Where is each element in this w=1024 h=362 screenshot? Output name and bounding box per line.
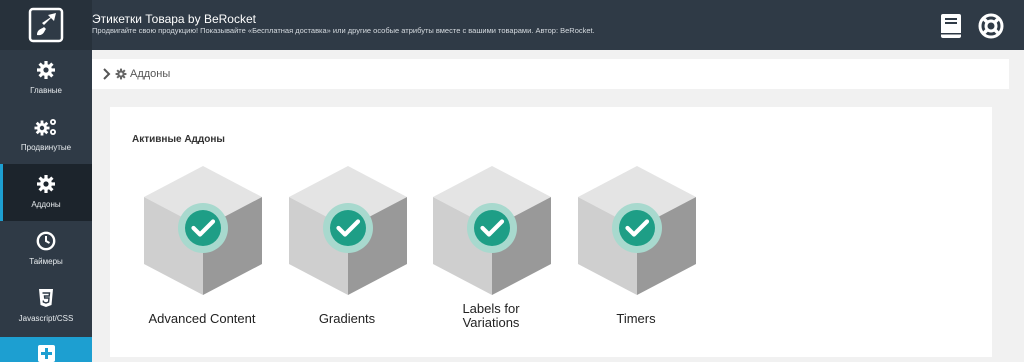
cube-icon [433,166,551,295]
sidebar-add-button[interactable] [0,337,92,362]
chevron-right-icon[interactable] [102,68,112,80]
gear-icon [37,61,55,79]
addons-panel: Активные Аддоны Advanced Content Gradien… [110,107,992,357]
sidebar-item-advanced[interactable]: Продвинутые [0,107,92,164]
sidebar: Главные Продвинутые Аддоны Таймеры Javas… [0,50,92,362]
header-title: Этикетки Товара by BeRocket [92,12,256,26]
breadcrumb-label: Аддоны [130,68,171,80]
sidebar-item-label: Аддоны [31,200,61,209]
addon-label-line: Labels for [462,301,520,316]
addon-label-line: Variations [462,315,520,330]
addon-label: Gradients [318,311,376,326]
book-icon[interactable] [938,13,964,39]
addon-label: Timers [616,311,656,326]
gears-icon [34,119,56,136]
lifebuoy-icon[interactable] [978,13,1004,39]
addon-label: Labels for Variations [421,302,561,330]
clock-icon [36,231,56,251]
css3-icon [39,289,53,307]
sidebar-item-javascript-css[interactable]: Javascript/CSS [0,278,92,335]
addon-card-labels-for-variations[interactable]: Labels for Variations [421,164,561,344]
panel-title: Активные Аддоны [132,134,225,145]
sidebar-item-label: Таймеры [29,257,63,266]
sidebar-item-general[interactable]: Главные [0,50,92,107]
addon-card-gradients[interactable]: Gradients [277,164,417,344]
logo-icon [28,7,64,43]
gear-icon [115,68,127,80]
plus-icon [38,345,55,362]
addon-card-advanced-content[interactable]: Advanced Content [132,164,272,344]
cube-icon [289,166,407,295]
sidebar-item-addons[interactable]: Аддоны [0,164,92,221]
sidebar-item-label: Главные [30,86,62,95]
gear-icon [37,175,55,193]
sidebar-item-label: Javascript/CSS [18,314,74,323]
sidebar-item-timers[interactable]: Таймеры [0,221,92,278]
top-header: Этикетки Товара by BeRocket Продвигайте … [0,0,1024,50]
header-subtitle: Продвигайте свою продукцию! Показывайте … [92,26,595,35]
plugin-logo[interactable] [0,0,92,50]
cube-icon [578,166,696,295]
sidebar-item-label: Продвинутые [20,143,72,152]
addon-card-timers[interactable]: Timers [566,164,706,344]
addon-label: Advanced Content [148,311,256,326]
cube-icon [144,166,262,295]
breadcrumb: Аддоны [92,59,1009,89]
